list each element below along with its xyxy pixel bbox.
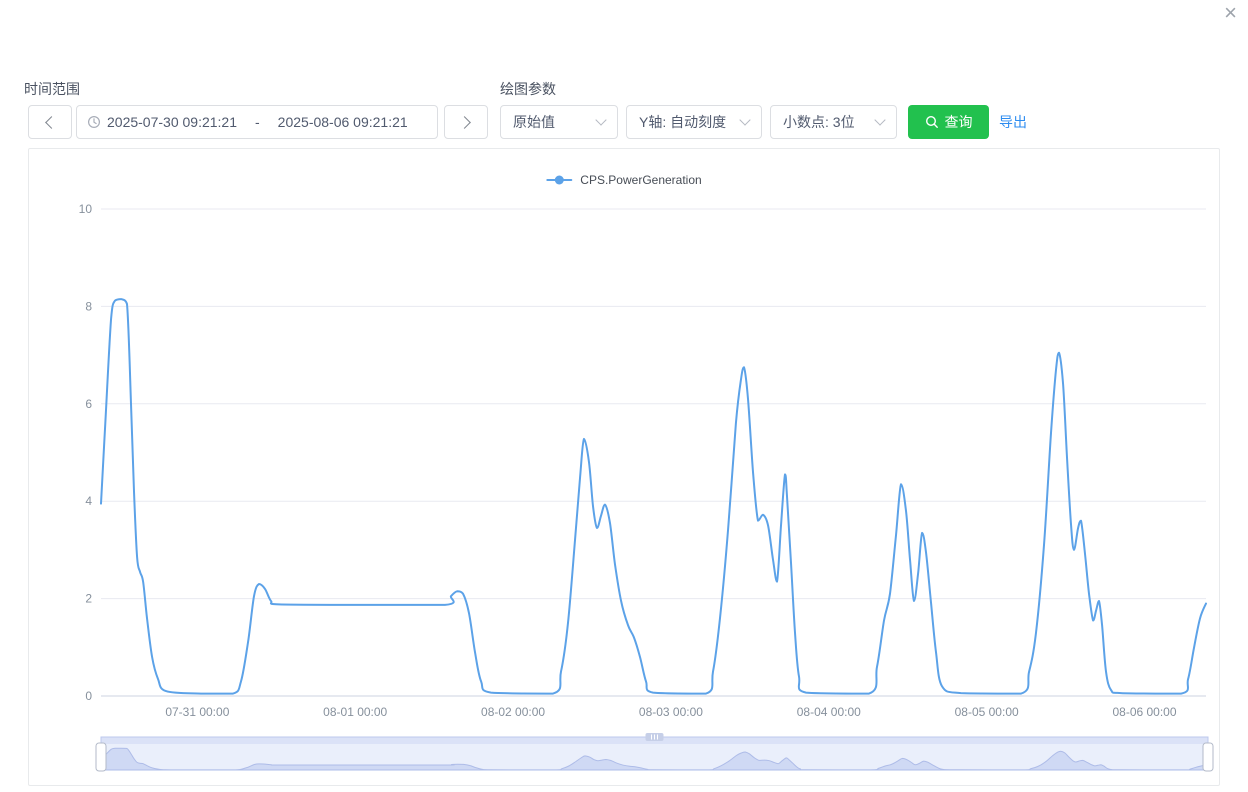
- legend-dot-marker: [555, 176, 564, 185]
- chart-panel: CPS.PowerGeneration 0 2 4 6 8 10 07-31 00:00 08…: [28, 148, 1220, 786]
- y-axis-tick-label: 8: [85, 299, 92, 313]
- chart-canvas[interactable]: 0 2 4 6 8 10 07-31 00:00 08-01 00:00 08-02 00:00…: [29, 149, 1219, 785]
- x-axis-tick-label: 08-04 00:00: [797, 705, 861, 719]
- x-axis-tick-label: 07-31 00:00: [165, 705, 229, 719]
- x-axis-tick-label: 08-05 00:00: [955, 705, 1019, 719]
- y-axis-mode-select[interactable]: Y轴: 自动刻度: [626, 105, 762, 139]
- series-line[interactable]: [101, 299, 1206, 693]
- y-axis-tick-label: 6: [85, 397, 92, 411]
- datazoom-right-handle[interactable]: [1203, 743, 1213, 771]
- x-axis-tick-label: 08-03 00:00: [639, 705, 703, 719]
- date-end-value: 2025-08-06 09:21:21: [278, 114, 408, 130]
- chevron-right-icon: [458, 116, 471, 129]
- time-series-dialog: { "window": { "close_icon": "×" }, "tool…: [0, 0, 1248, 792]
- y-axis-tick-label: 4: [85, 494, 92, 508]
- value-type-select[interactable]: 原始值: [500, 105, 618, 139]
- legend-line-marker: [546, 179, 572, 181]
- search-icon: [925, 115, 939, 129]
- chevron-left-icon: [45, 116, 58, 129]
- clock-icon: [87, 115, 101, 129]
- decimal-places-select[interactable]: 小数点: 3位: [770, 105, 897, 139]
- close-icon[interactable]: ×: [1224, 0, 1237, 26]
- date-start-value: 2025-07-30 09:21:21: [107, 114, 237, 130]
- query-button-label: 查询: [945, 112, 973, 132]
- grip-line: [651, 735, 652, 740]
- query-button[interactable]: 查询: [908, 105, 989, 139]
- date-separator: -: [255, 114, 260, 130]
- prev-range-button[interactable]: [28, 105, 72, 139]
- date-range-input[interactable]: 2025-07-30 09:21:21 - 2025-08-06 09:21:2…: [76, 105, 438, 139]
- y-axis-mode-selected: Y轴: 自动刻度: [639, 112, 726, 132]
- x-axis-tick-label: 08-02 00:00: [481, 705, 545, 719]
- export-link[interactable]: 导出: [999, 112, 1027, 132]
- decimal-places-selected: 小数点: 3位: [783, 112, 855, 132]
- chevron-down-icon: [739, 114, 750, 125]
- datazoom-left-handle[interactable]: [96, 743, 106, 771]
- chevron-down-icon: [874, 114, 885, 125]
- grip-line: [657, 735, 658, 740]
- y-axis-tick-label: 0: [85, 689, 92, 703]
- x-axis-tick-label: 08-06 00:00: [1112, 705, 1176, 719]
- value-type-selected: 原始值: [513, 112, 555, 132]
- y-axis-tick-label: 10: [79, 202, 93, 216]
- y-axis-tick-label: 2: [85, 592, 92, 606]
- x-axis-tick-label: 08-01 00:00: [323, 705, 387, 719]
- time-range-label: 时间范围: [24, 79, 80, 99]
- next-range-button[interactable]: [444, 105, 488, 139]
- plot-params-label: 绘图参数: [500, 79, 556, 99]
- legend-label: CPS.PowerGeneration: [580, 173, 701, 187]
- legend-item[interactable]: CPS.PowerGeneration: [546, 173, 701, 187]
- grip-line: [654, 735, 655, 740]
- chevron-down-icon: [595, 114, 606, 125]
